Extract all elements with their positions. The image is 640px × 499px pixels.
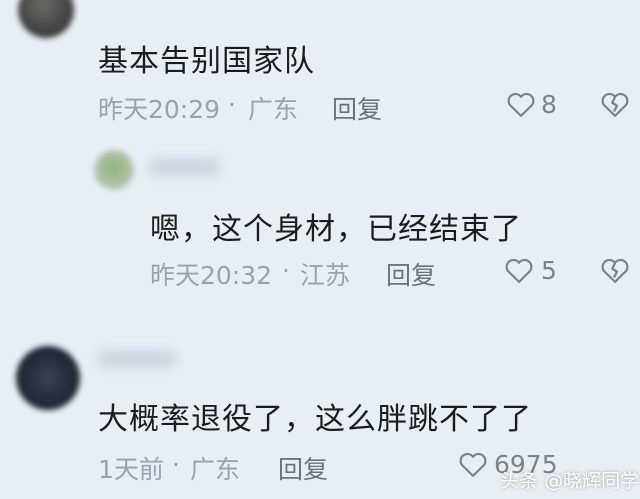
dislike-button[interactable] — [600, 90, 630, 118]
reply-button[interactable]: 回复 — [278, 450, 328, 486]
avatar[interactable] — [16, 346, 80, 410]
heart-outline-icon — [458, 450, 488, 478]
watermark-handle: @晓辉同学记 — [544, 470, 640, 492]
comment-time: 昨天20:32 — [150, 261, 273, 290]
dislike-button[interactable] — [600, 256, 630, 284]
avatar[interactable] — [94, 150, 134, 190]
heart-outline-icon — [504, 256, 534, 284]
broken-heart-icon — [600, 256, 630, 284]
like-count: 5 — [541, 256, 557, 285]
watermark: 头条 @晓辉同学记 — [500, 466, 640, 493]
like-button[interactable] — [504, 256, 534, 284]
comment-location: 广东 — [190, 455, 241, 484]
username-blurred[interactable] — [98, 350, 176, 368]
avatar[interactable] — [18, 0, 74, 38]
like-button[interactable] — [458, 450, 488, 478]
meta-separator: · — [282, 256, 290, 285]
comment-location: 广东 — [248, 95, 299, 124]
comment-location: 江苏 — [300, 261, 351, 290]
watermark-platform: 头条 — [500, 470, 539, 492]
broken-heart-icon — [600, 90, 630, 118]
like-count: 8 — [541, 90, 557, 119]
comment-text: 大概率退役了，这么胖跳不了了 — [98, 402, 532, 437]
username-blurred[interactable] — [150, 158, 220, 176]
reply-button[interactable]: 回复 — [332, 90, 382, 126]
comment-text: 嗯，这个身材，已经结束了 — [150, 212, 522, 247]
like-button[interactable] — [506, 90, 536, 118]
heart-outline-icon — [506, 90, 536, 118]
reply-button[interactable]: 回复 — [386, 256, 436, 292]
comment-time: 1天前 — [98, 455, 164, 484]
meta-separator: · — [172, 450, 180, 479]
comment-text: 基本告别国家队 — [98, 44, 315, 79]
comment-time: 昨天20:29 — [98, 95, 221, 124]
meta-separator: · — [228, 90, 236, 119]
